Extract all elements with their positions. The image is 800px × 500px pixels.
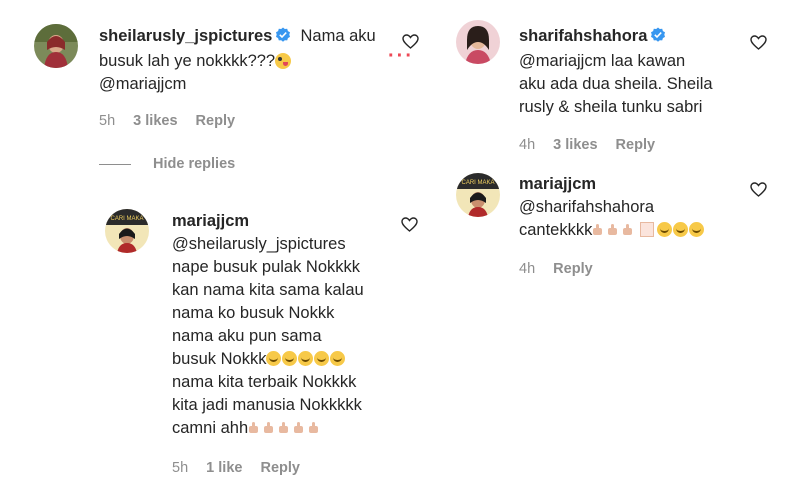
- timestamp: 5h: [99, 113, 116, 129]
- svg-text:CARI MAKA: CARI MAKA: [461, 180, 494, 186]
- reply-button[interactable]: Reply: [260, 460, 300, 476]
- smile-emoji-icon: [314, 351, 330, 366]
- hide-replies-button[interactable]: Hide replies: [99, 156, 235, 172]
- smile-emoji-icon: [657, 222, 673, 237]
- divider: [99, 163, 131, 165]
- comment-text: busuk Nokkk: [172, 350, 267, 368]
- mention[interactable]: @sheilarusly_jspictures: [172, 233, 412, 256]
- comment-text: nape busuk pulak Nokkkk: [172, 258, 361, 276]
- comment-body: mariajjcm @sharifahshahora cantekkkk: [519, 173, 779, 242]
- likes-count[interactable]: 1 like: [206, 460, 242, 476]
- timestamp: 4h: [519, 261, 536, 277]
- reply-button[interactable]: Reply: [616, 137, 656, 153]
- comment-sheilarusly: sheilarusly_jspictures Nama aku busuk la…: [0, 0, 440, 140]
- smile-emoji-icon: [673, 222, 689, 237]
- pointing-hand-emoji-icon: [622, 224, 634, 236]
- username[interactable]: mariajjcm: [519, 175, 596, 193]
- username[interactable]: sheilarusly_jspictures: [99, 27, 272, 45]
- comment-meta: 5h 1 like Reply: [172, 460, 314, 476]
- comment-text: aku ada dua sheila. Sheila: [519, 75, 713, 93]
- avatar[interactable]: [34, 24, 78, 68]
- mention[interactable]: @mariajjcm: [99, 73, 399, 96]
- likes-count[interactable]: 3 likes: [553, 137, 597, 153]
- pointing-hand-emoji-icon: [308, 422, 320, 434]
- verified-badge-icon: [650, 27, 666, 50]
- comment-body: mariajjcm @sheilarusly_jspictures nape b…: [172, 210, 412, 440]
- likes-count[interactable]: 3 likes: [133, 113, 177, 129]
- comment-text: cantekkkk: [519, 221, 593, 239]
- comment-text: camni ahh: [172, 419, 249, 437]
- comment-body: sheilarusly_jspictures Nama aku busuk la…: [99, 25, 399, 96]
- svg-text:CARI MAKA: CARI MAKA: [110, 216, 143, 222]
- comment-text: kita jadi manusia Nokkkkk: [172, 396, 362, 414]
- comment-text: nama ko busuk Nokkk: [172, 304, 335, 322]
- smile-emoji-icon: [282, 351, 298, 366]
- comment-text: nama kita terbaik Nokkkk: [172, 373, 357, 391]
- avatar[interactable]: CARI MAKA: [456, 173, 500, 217]
- zany-face-emoji-icon: [275, 53, 292, 69]
- comment-mariajjcm: CARI MAKA mariajjcm @sharifahshahora can…: [440, 165, 800, 295]
- mention[interactable]: @sharifahshahora: [519, 196, 779, 219]
- pointing-hand-emoji-icon: [293, 422, 305, 434]
- pointing-hand-emoji-icon: [263, 422, 275, 434]
- reply-button[interactable]: Reply: [196, 113, 236, 129]
- hide-replies-label[interactable]: Hide replies: [153, 156, 235, 172]
- comment-meta: 5h 3 likes Reply: [99, 113, 249, 129]
- pointing-hand-emoji-icon: [607, 224, 619, 236]
- heart-icon[interactable]: [750, 35, 767, 55]
- smile-emoji-icon: [689, 222, 705, 237]
- comment-text: Nama aku: [300, 27, 376, 45]
- heart-icon[interactable]: [401, 217, 418, 237]
- comment-sharifahshahora: sharifahshahora @mariajjcm laa kawan aku…: [440, 0, 800, 165]
- reply-button[interactable]: Reply: [553, 261, 593, 277]
- comment-meta: 4h Reply: [519, 261, 607, 277]
- comment-text: rusly & sheila tunku sabri: [519, 98, 703, 116]
- pointing-hand-emoji-icon: [592, 224, 604, 236]
- pointing-hand-emoji-icon: [278, 422, 290, 434]
- avatar[interactable]: CARI MAKA: [105, 209, 149, 253]
- more-dots-icon[interactable]: ···: [388, 45, 414, 68]
- comment-text: nama aku pun sama: [172, 327, 322, 345]
- avatar[interactable]: [456, 20, 500, 64]
- comment-meta: 4h 3 likes Reply: [519, 137, 669, 153]
- timestamp: 4h: [519, 137, 536, 153]
- username[interactable]: mariajjcm: [172, 212, 249, 230]
- username[interactable]: sharifahshahora: [519, 27, 647, 45]
- pointing-hand-emoji-icon: [248, 422, 260, 434]
- smile-emoji-icon: [266, 351, 282, 366]
- comment-text: @mariajjcm laa kawan: [519, 52, 686, 70]
- comment-text: busuk lah ye nokkkk???: [99, 52, 276, 70]
- comment-body: sharifahshahora @mariajjcm laa kawan aku…: [519, 25, 779, 119]
- verified-badge-icon: [275, 27, 291, 50]
- heart-icon[interactable]: [750, 182, 767, 202]
- comment-text: kan nama kita sama kalau: [172, 281, 364, 299]
- smile-emoji-icon: [298, 351, 314, 366]
- missing-emoji-icon: [640, 222, 655, 237]
- timestamp: 5h: [172, 460, 189, 476]
- smile-emoji-icon: [330, 351, 346, 366]
- comment-mariajjcm-reply: CARI MAKA mariajjcm @sheilarusly_jspictu…: [0, 195, 440, 500]
